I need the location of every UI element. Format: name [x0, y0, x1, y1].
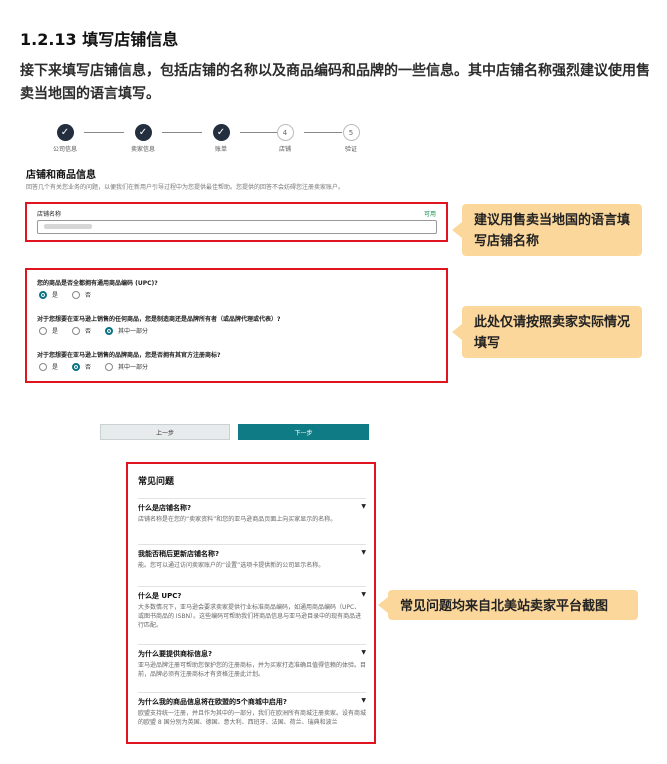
- callout-brand: 此处仅请按照卖家实际情况填写: [452, 306, 642, 358]
- radio-option-no[interactable]: 否: [72, 362, 91, 371]
- caret-down-icon: ▼: [361, 649, 366, 656]
- radio-option-no[interactable]: 否: [72, 326, 91, 335]
- faq-title: 常见问题: [138, 477, 175, 487]
- faq-item[interactable]: 为什么要提供商标信息? ▼ 亚马逊品牌注册可帮助您保护您的注册商标，并为买家打造准…: [138, 644, 366, 679]
- step-number: 4: [276, 124, 294, 141]
- store-name-highlight: 店铺名称 可用: [25, 202, 448, 242]
- faq-answer: 能。您可以通过访问卖家账户的“设置”选项卡提供新的公司显示名称。: [138, 562, 325, 569]
- store-info-screenshot: ✓ 公司信息 ✓ 卖家信息 ✓ 账单 4 店铺 5 验证 店铺和商品信息 回答几…: [22, 116, 452, 406]
- caret-down-icon: ▼: [361, 697, 366, 704]
- radio-icon: [39, 362, 47, 371]
- next-button[interactable]: 下一步: [238, 424, 369, 440]
- caret-down-icon: ▼: [361, 591, 366, 598]
- faq-panel: 常见问题 什么是店铺名称? ▼ 店铺名称是在您的“卖家资料”和您的亚马逊商品页面上…: [126, 462, 376, 744]
- radio-option-yes[interactable]: 是: [39, 326, 58, 335]
- radio-group-upc: 是 否: [39, 290, 91, 299]
- faq-item[interactable]: 什么是店铺名称? ▼ 店铺名称是在您的“卖家资料”和您的亚马逊商品页面上向买家显示…: [138, 498, 366, 524]
- radio-group-brand-owner: 是 否 其中一部分: [39, 326, 148, 335]
- previous-button[interactable]: 上一步: [100, 424, 230, 440]
- step-seller: ✓ 卖家信息: [118, 124, 168, 153]
- option-label: 其中一部分: [118, 328, 149, 335]
- callout-faq: 常见问题均来自北美站卖家平台截图: [378, 590, 638, 620]
- faq-question: 为什么要提供商标信息?: [138, 650, 213, 658]
- option-label: 是: [52, 328, 59, 335]
- step-company: ✓ 公司信息: [40, 124, 90, 153]
- faq-question: 我能否稍后更新店铺名称?: [138, 550, 220, 558]
- question-upc: 您的商品是否全都拥有通用商品编码 (UPC)?: [37, 280, 158, 287]
- store-name-input[interactable]: [37, 220, 437, 234]
- step-billing: ✓ 账单: [196, 124, 246, 153]
- store-section-description: 回答几个有关您业务的问题，以便我们在新用户引导过程中为您提供最佳帮助。您提供的回…: [26, 184, 345, 191]
- option-label: 是: [52, 364, 59, 371]
- caret-down-icon: ▼: [361, 549, 366, 556]
- intro-text: 接下来填写店铺信息，包括店铺的名称以及商品编码和品牌的一些信息。其中店铺名称强烈…: [20, 63, 650, 102]
- radio-option-some[interactable]: 其中一部分: [105, 326, 148, 335]
- check-icon: ✓: [134, 124, 152, 141]
- radio-selected-icon: [72, 362, 81, 371]
- radio-option-yes[interactable]: 是: [39, 362, 58, 371]
- store-section-title: 店铺和商品信息: [26, 170, 96, 181]
- faq-answer: 大多数情况下，亚马逊会要求卖家提供行业标准商品编码，如通用商品编码（UPC、或图…: [138, 604, 362, 629]
- step-label: 验证: [344, 146, 357, 153]
- faq-item[interactable]: 什么是 UPC? ▼ 大多数情况下，亚马逊会要求卖家提供行业标准商品编码，如通用商…: [138, 586, 366, 630]
- store-name-available: 可用: [423, 211, 436, 218]
- radio-selected-icon: [105, 326, 114, 335]
- step-verify: 5 验证: [326, 124, 376, 153]
- faq-item[interactable]: 为什么我的商品信息将在欧盟的5个商城中启用? ▼ 欧盟支持统一注册，并且作为其中的…: [138, 692, 366, 727]
- radio-selected-icon: [39, 290, 47, 299]
- option-label: 否: [85, 328, 92, 335]
- option-label: 否: [85, 292, 92, 299]
- question-brand-owner: 对于您想要在亚马逊上销售的任何商品，您是制造商还是品牌所有者（或品牌代理或代表）…: [37, 316, 281, 323]
- check-icon: ✓: [212, 124, 230, 141]
- faq-item[interactable]: 我能否稍后更新店铺名称? ▼ 能。您可以通过访问卖家账户的“设置”选项卡提供新的公…: [138, 544, 366, 570]
- faq-question: 为什么我的商品信息将在欧盟的5个商城中启用?: [138, 698, 287, 706]
- radio-option-no[interactable]: 否: [72, 290, 91, 299]
- caret-down-icon: ▼: [361, 503, 366, 510]
- faq-answer: 欧盟支持统一注册，并且作为其中的一部分，我们在欧洲所有商城注册卖家。设有商城的欧…: [138, 710, 367, 726]
- radio-icon: [72, 326, 81, 335]
- faq-question: 什么是 UPC?: [138, 592, 182, 600]
- radio-icon: [105, 362, 114, 371]
- radio-option-yes[interactable]: 是: [39, 290, 58, 299]
- step-label: 公司信息: [52, 146, 77, 153]
- step-store: 4 店铺: [260, 124, 310, 153]
- brand-questions-highlight: 您的商品是否全都拥有通用商品编码 (UPC)? 是 否 对于您想要在亚马逊上销售…: [25, 268, 448, 383]
- option-label: 是: [52, 292, 59, 299]
- store-name-label: 店铺名称: [37, 211, 62, 218]
- faq-answer: 亚马逊品牌注册可帮助您保护您的注册商标，并为买家打造准确且值得信赖的体验。目前，…: [138, 662, 367, 678]
- progress-stepper: ✓ 公司信息 ✓ 卖家信息 ✓ 账单 4 店铺 5 验证: [40, 124, 440, 158]
- section-title: 1.2.13 填写店铺信息: [20, 30, 179, 49]
- radio-option-some[interactable]: 其中一部分: [105, 362, 148, 371]
- radio-icon: [39, 326, 47, 335]
- question-trademark: 对于您想要在亚马逊上销售的品牌商品，您是否拥有其官方注册商标?: [37, 352, 221, 359]
- radio-icon: [72, 290, 81, 299]
- faq-answer: 店铺名称是在您的“卖家资料”和您的亚马逊商品页面上向买家显示的名称。: [138, 516, 337, 523]
- option-label: 否: [85, 364, 92, 371]
- blurred-value: [44, 224, 92, 229]
- radio-group-trademark: 是 否 其中一部分: [39, 362, 148, 371]
- check-icon: ✓: [56, 124, 74, 141]
- callout-store-name: 建议用售卖当地国的语言填写店铺名称: [452, 204, 642, 256]
- option-label: 其中一部分: [118, 364, 149, 371]
- step-label: 店铺: [278, 146, 291, 153]
- step-number: 5: [342, 124, 360, 141]
- step-label: 卖家信息: [130, 146, 155, 153]
- faq-question: 什么是店铺名称?: [138, 504, 192, 512]
- step-label: 账单: [214, 146, 227, 153]
